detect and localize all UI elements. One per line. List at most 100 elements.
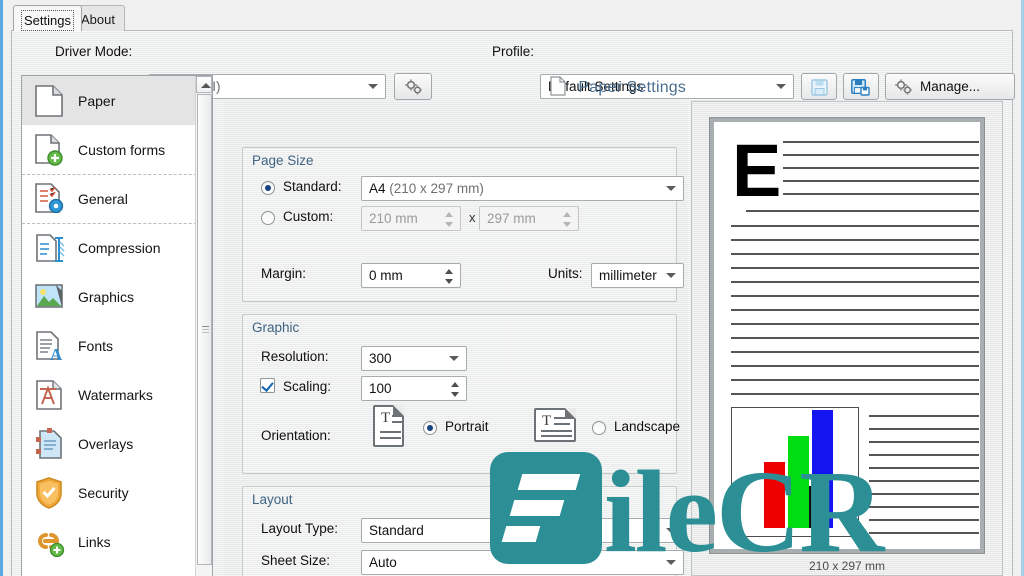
sidebar-item-links[interactable]: Links: [22, 517, 212, 566]
preview-line: [731, 253, 979, 255]
preview-line: [731, 337, 979, 339]
preview-caption: 210 x 297 mm: [808, 559, 886, 573]
scaling-stepper[interactable]: [451, 381, 460, 398]
resolution-select[interactable]: 300: [361, 346, 467, 371]
units-label: Units:: [548, 266, 583, 281]
margin-value: 0 mm: [369, 268, 403, 283]
scroll-up-button[interactable]: [196, 76, 212, 93]
profile-label: Profile:: [492, 44, 535, 59]
sidebar-item-label: Links: [78, 533, 111, 550]
resolution-label: Resolution:: [261, 349, 329, 364]
standard-size-value: A4: [369, 181, 386, 196]
preview-line: [731, 323, 979, 325]
preview-letter: E: [732, 129, 782, 212]
units-value: millimeter: [599, 268, 657, 283]
sidebar-item-watermarks[interactable]: Watermarks: [22, 370, 212, 419]
custom-size-radio[interactable]: [261, 211, 275, 225]
sidebar-item-label: Fonts: [78, 337, 114, 354]
sidebar-item-label: General: [78, 191, 128, 207]
standard-size-radio[interactable]: [261, 181, 275, 195]
link-plus-icon: [34, 526, 78, 558]
panel-header: Paper Settings: [224, 73, 1012, 103]
sidebar-item-compression[interactable]: Compression: [22, 223, 212, 272]
margin-stepper[interactable]: [445, 268, 454, 285]
custom-height-stepper[interactable]: [563, 211, 572, 228]
sidebar-scrollbar[interactable]: [195, 76, 212, 576]
chart-bar: [788, 436, 809, 528]
sheet-size-select[interactable]: Auto: [361, 550, 684, 575]
standard-size-label: Standard:: [283, 179, 342, 194]
orientation-label: Orientation:: [261, 428, 331, 443]
preview-line: [869, 506, 979, 508]
chart-bar: [812, 410, 833, 528]
preview-line: [869, 415, 979, 417]
portrait-page-icon: T: [373, 405, 404, 447]
preview-line: [746, 210, 979, 212]
preview-line: [731, 239, 979, 241]
custom-width-input[interactable]: 210 mm: [361, 206, 461, 231]
sidebar-item-fonts[interactable]: A Fonts: [22, 321, 212, 370]
layout-type-select[interactable]: Standard: [361, 518, 684, 543]
portrait-label: Portrait: [445, 419, 489, 434]
preview-line: [731, 379, 979, 381]
preview-line: [731, 365, 979, 367]
printer-settings-window: Settings About Driver Mode: Auto (GDI): [0, 0, 1024, 576]
layout-group: Layout Layout Type: Standard Sheet Size:…: [242, 486, 684, 576]
page-size-group: Page Size Standard: A4 (210 x 297 mm) Cu…: [242, 147, 684, 302]
page-size-group-title: Page Size: [252, 153, 314, 168]
tab-about-label: About: [81, 12, 115, 27]
graphic-group: Graphic Resolution: 300 Scaling: 100 Ori…: [242, 314, 680, 474]
compression-icon: [34, 231, 78, 265]
sidebar-item-security[interactable]: Security: [22, 468, 212, 517]
shield-check-icon: [34, 476, 78, 509]
standard-size-value-detail: (210 x 297 mm): [389, 181, 484, 196]
chevron-down-icon: [449, 356, 459, 361]
scrollbar-thumb[interactable]: [197, 94, 212, 565]
preview-line: [869, 441, 979, 443]
tab-strip: Settings About: [3, 0, 1021, 31]
preview-line: [869, 428, 979, 430]
page-icon: [550, 76, 566, 96]
custom-height-input[interactable]: 297 mm: [479, 206, 579, 231]
sidebar-item-label: Compression: [78, 240, 161, 256]
chevron-up-icon: [201, 83, 211, 88]
watermark-icon: [34, 378, 78, 412]
layout-group-title: Layout: [252, 492, 293, 507]
custom-width-stepper[interactable]: [445, 211, 454, 228]
preview-line: [731, 267, 979, 269]
preview-line: [783, 180, 979, 182]
sidebar-item-general[interactable]: General: [22, 174, 212, 223]
chevron-down-icon: [666, 560, 676, 565]
preview-line: [783, 167, 979, 169]
sidebar-item-bookmarks[interactable]: Bookmarks: [22, 566, 212, 576]
units-select[interactable]: millimeter: [591, 263, 684, 288]
sidebar-item-paper[interactable]: Paper: [22, 76, 212, 125]
scaling-checkbox[interactable]: [260, 378, 275, 393]
scaling-label: Scaling:: [283, 379, 332, 394]
tab-settings[interactable]: Settings: [13, 5, 82, 31]
driver-mode-label: Driver Mode:: [55, 44, 133, 59]
window-body: Driver Mode: Auto (GDI): [11, 30, 1015, 576]
margin-input[interactable]: 0 mm: [361, 263, 461, 288]
scaling-input[interactable]: 100: [361, 376, 467, 401]
svg-text:A: A: [50, 345, 63, 363]
sidebar-item-custom-forms[interactable]: Custom forms: [22, 125, 212, 174]
chevron-down-icon: [666, 273, 676, 278]
preview-sheet: E: [710, 118, 984, 553]
overlays-icon: [34, 427, 78, 461]
standard-size-select[interactable]: A4 (210 x 297 mm): [361, 176, 684, 201]
sidebar-item-graphics[interactable]: Graphics: [22, 272, 212, 321]
landscape-page-icon: T: [534, 408, 576, 442]
page-title: Paper Settings: [578, 79, 687, 96]
portrait-radio[interactable]: [423, 421, 437, 435]
custom-height-value: 297 mm: [487, 211, 536, 226]
custom-width-value: 210 mm: [369, 211, 418, 226]
sidebar-item-label: Graphics: [78, 288, 135, 305]
layout-type-label: Layout Type:: [261, 521, 339, 536]
grip-icon: [202, 325, 209, 334]
sidebar-item-overlays[interactable]: Overlays: [22, 419, 212, 468]
sidebar: Paper Custom forms General Compression G…: [21, 75, 213, 576]
page-plus-icon: [34, 133, 78, 167]
landscape-radio[interactable]: [592, 421, 606, 435]
page-gear-icon: [34, 182, 78, 216]
